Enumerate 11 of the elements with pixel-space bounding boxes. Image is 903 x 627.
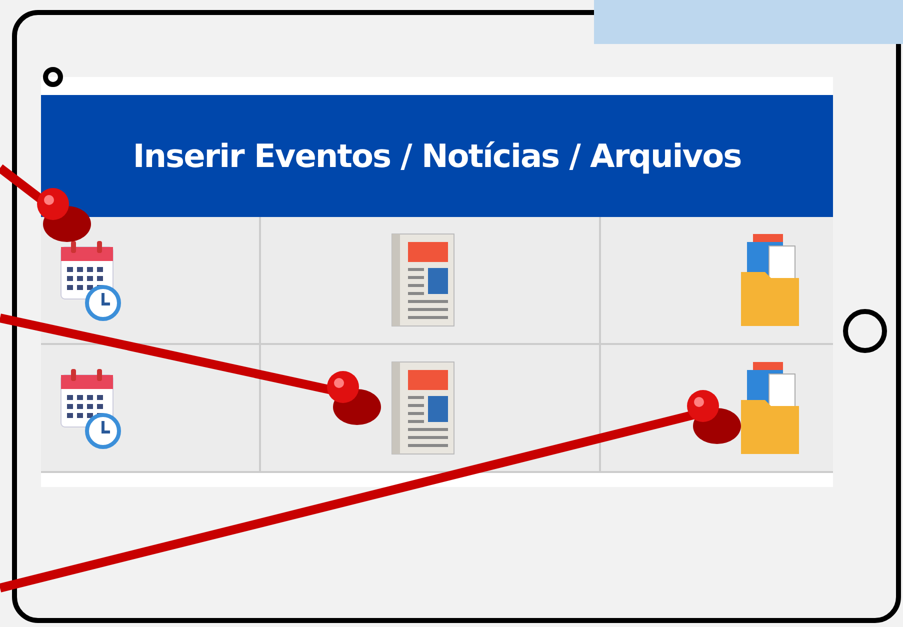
pushpin-icon bbox=[327, 371, 381, 425]
pushpin-icon bbox=[37, 188, 91, 242]
large-circle bbox=[843, 309, 887, 353]
folder-documents-icon bbox=[739, 232, 801, 328]
calendar-clock-icon bbox=[59, 367, 121, 449]
folder-documents-icon bbox=[739, 360, 801, 456]
newspaper-icon bbox=[390, 232, 456, 328]
newspaper-icon bbox=[390, 360, 456, 456]
pushpin-icon bbox=[687, 390, 741, 444]
calendar-clock-icon bbox=[59, 239, 121, 321]
table-header: Inserir Eventos / Notícias / Arquivos bbox=[41, 95, 833, 217]
